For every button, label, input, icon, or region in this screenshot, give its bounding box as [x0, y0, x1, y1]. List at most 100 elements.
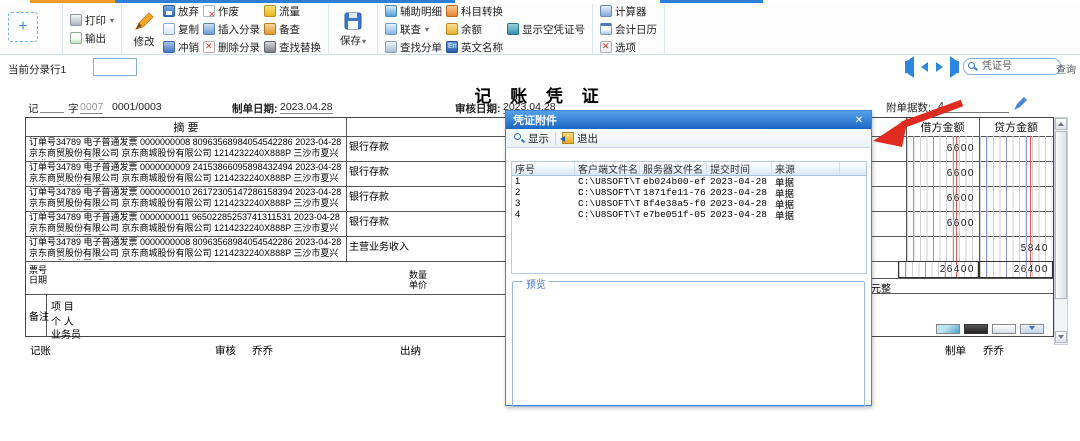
voucher-search-input[interactable]	[980, 60, 1044, 73]
first-icon	[905, 61, 914, 73]
dialog-titlebar[interactable]: 凭证附件	[506, 111, 871, 129]
void-button[interactable]: 作废	[203, 4, 260, 19]
current-entry-input[interactable]	[93, 58, 137, 76]
scroll-thumb[interactable]	[1055, 131, 1067, 299]
attach-count-value[interactable]: 4	[938, 100, 944, 112]
col-header-server-file[interactable]: 服务器文件名	[640, 162, 707, 175]
picture-button[interactable]	[936, 324, 960, 334]
client-file-cell: C:\U8SOFT\T...	[575, 209, 640, 220]
first-voucher-button[interactable]	[903, 60, 916, 73]
entry-summary[interactable]: 订单号34789 电子普通发票 0000000011 9650228525374…	[27, 212, 347, 235]
credit-cell[interactable]	[980, 136, 1052, 161]
seq-cell: 1	[512, 176, 575, 187]
amount-words-suffix: 元整	[871, 280, 891, 295]
preview-icon	[513, 132, 525, 144]
void-label: 作废	[218, 4, 239, 19]
edit-pencil-icon[interactable]	[1012, 96, 1028, 112]
search-icon	[968, 62, 977, 71]
credit-cell[interactable]	[980, 186, 1052, 211]
collapse-button[interactable]	[1020, 324, 1044, 334]
insert-entry-icon	[203, 23, 215, 35]
last-voucher-button[interactable]	[948, 60, 961, 73]
english-name-button[interactable]: 英文名称	[446, 40, 503, 55]
modify-button[interactable]: 修改	[129, 10, 159, 49]
options-button[interactable]: 选项	[600, 40, 657, 55]
submit-time-cell: 2023-04-28 ...	[707, 176, 772, 187]
calendar-button[interactable]: 会计日历	[600, 22, 657, 37]
remark-label: 备注	[29, 308, 49, 323]
exit-button[interactable]: 退出	[562, 131, 598, 146]
show-empty-no-button[interactable]: 显示空凭证号	[507, 22, 585, 37]
reference-button[interactable]: 备查	[264, 22, 321, 37]
project-label[interactable]: 项 目	[51, 298, 74, 313]
submit-time-cell: 2023-04-28 ...	[707, 187, 772, 198]
credit-cell[interactable]	[980, 161, 1052, 186]
account-convert-icon	[446, 5, 458, 17]
word-label: 记	[28, 101, 39, 116]
entry-summary[interactable]: 订单号34789 电子普通发票 0000000008 8096356898405…	[27, 137, 347, 160]
balance-button[interactable]: 余额	[446, 22, 503, 37]
abandon-button[interactable]: 放弃	[163, 4, 199, 19]
printer-icon	[70, 14, 82, 26]
copy-button[interactable]: 复制	[163, 22, 199, 37]
debit-cell[interactable]	[907, 236, 978, 261]
copy-icon	[163, 23, 175, 35]
client-file-cell: C:\U8SOFT\T...	[575, 176, 640, 187]
salesman-label[interactable]: 业务员	[51, 326, 81, 341]
vertical-scrollbar[interactable]	[1054, 117, 1068, 345]
flow-button[interactable]: 流量	[264, 4, 321, 19]
aux-detail-button[interactable]: 辅助明细	[385, 4, 442, 19]
maker-label: 制单	[945, 343, 966, 358]
voucher-word-no[interactable]: 0007	[80, 101, 103, 114]
writeoff-button[interactable]: 冲销	[163, 40, 199, 55]
current-entry-label: 当前分录行1	[8, 62, 66, 77]
flow-label: 流量	[279, 4, 300, 19]
debit-cell[interactable]: 6600	[907, 161, 978, 186]
delete-entry-button[interactable]: 删除分录	[203, 40, 260, 55]
debit-cell[interactable]: 6600	[907, 186, 978, 211]
calculator-button[interactable]: 计算器	[600, 4, 657, 19]
debit-cell[interactable]: 6600	[907, 211, 978, 236]
query-button[interactable]: 查询	[1056, 61, 1076, 76]
find-subvoucher-button[interactable]: 查找分单	[385, 40, 442, 55]
close-icon[interactable]	[852, 113, 866, 127]
account-convert-button[interactable]: 科目转换	[446, 4, 503, 19]
prev-voucher-button[interactable]	[918, 60, 931, 73]
options-label: 选项	[615, 40, 636, 55]
delete-entry-label: 删除分录	[218, 40, 260, 55]
add-button[interactable]	[8, 12, 38, 42]
english-name-icon	[446, 41, 458, 53]
credit-cell[interactable]: 5840	[980, 236, 1052, 261]
make-date-value[interactable]: 2023.04.28	[280, 101, 333, 114]
col-header-submit-time[interactable]: 提交时间	[707, 162, 772, 175]
calculator-icon	[600, 5, 612, 17]
calendar-icon	[600, 23, 612, 35]
insert-entry-button[interactable]: 插入分录	[203, 22, 260, 37]
credit-column-header: 贷方金额	[979, 118, 1053, 136]
next-voucher-button[interactable]	[933, 60, 946, 73]
scan-button[interactable]	[964, 324, 988, 334]
entry-summary[interactable]: 订单号34789 电子普通发票 0000000009 2415386609589…	[27, 162, 347, 185]
scroll-up-button[interactable]	[1055, 118, 1067, 130]
credit-cell[interactable]	[980, 211, 1052, 236]
find-replace-icon	[264, 41, 276, 53]
export-button[interactable]: 输出	[70, 31, 114, 46]
prev-icon	[921, 62, 928, 72]
scroll-down-button[interactable]	[1055, 331, 1067, 343]
linked-query-button[interactable]: 联查	[385, 22, 442, 37]
col-header-seq[interactable]: 序号	[512, 162, 575, 175]
show-attachment-button[interactable]: 显示	[513, 131, 549, 146]
abandon-label: 放弃	[178, 4, 199, 19]
balance-icon	[446, 23, 458, 35]
find-replace-button[interactable]: 查找替换	[264, 40, 321, 55]
col-header-source[interactable]: 来源	[772, 162, 840, 175]
entry-summary[interactable]: 订单号34789 电子普通发票 0000000008 8096356898405…	[27, 237, 347, 260]
attachment-row[interactable]: 4 C:\U8SOFT\T... e7be051f-05... 2023-04-…	[512, 209, 866, 220]
print-button[interactable]: 打印	[70, 13, 114, 28]
edit-note-button[interactable]	[992, 324, 1016, 334]
col-header-client-file[interactable]: 客户端文件名	[575, 162, 640, 175]
exit-label: 退出	[577, 131, 598, 146]
entry-summary[interactable]: 订单号34789 电子普通发票 0000000010 2617230514728…	[27, 187, 347, 210]
debit-cell[interactable]: 6600	[907, 136, 978, 161]
save-button[interactable]: 保存	[336, 11, 370, 48]
